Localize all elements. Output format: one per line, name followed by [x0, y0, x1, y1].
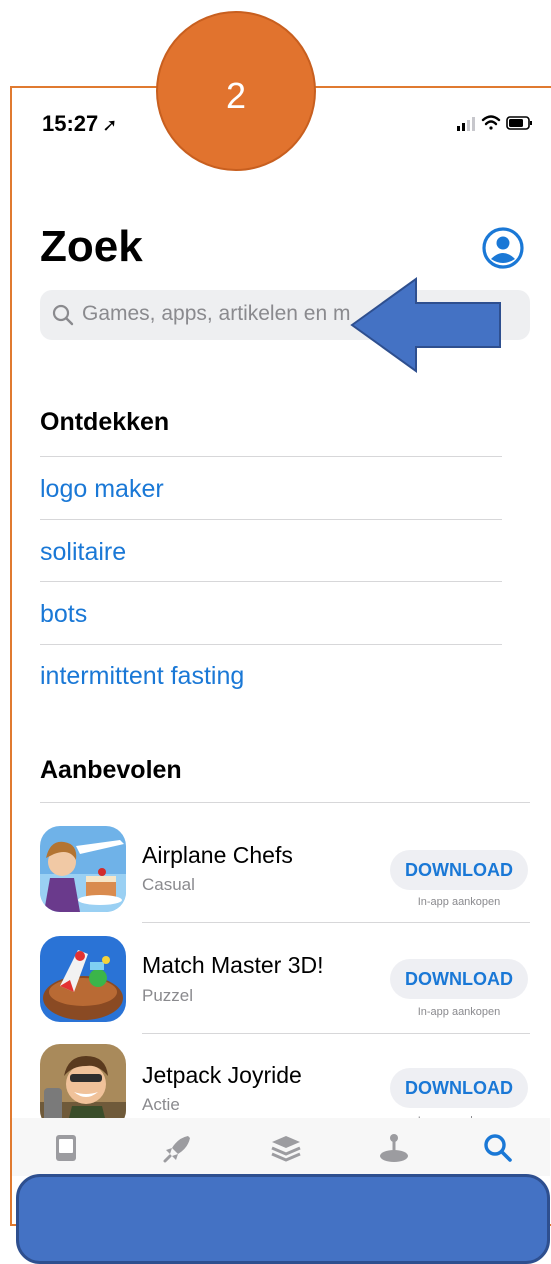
- step-number-badge: 2: [156, 11, 316, 171]
- download-button[interactable]: DOWNLOAD: [390, 1068, 528, 1108]
- divider: [40, 802, 530, 803]
- discover-title: Ontdekken: [40, 408, 170, 436]
- divider: [40, 519, 502, 520]
- app-category: Puzzel: [142, 986, 194, 1005]
- stack-icon[interactable]: [268, 1130, 304, 1166]
- app-name[interactable]: Jetpack Joyride: [142, 1062, 302, 1089]
- app-name[interactable]: Airplane Chefs: [142, 842, 293, 869]
- app-category: Actie: [142, 1095, 180, 1114]
- discover-item-bots[interactable]: bots: [40, 600, 87, 629]
- divider: [40, 644, 502, 645]
- divider: [40, 581, 502, 582]
- joystick-icon[interactable]: [376, 1130, 412, 1166]
- app-name[interactable]: Match Master 3D!: [142, 952, 324, 979]
- recommended-title: Aanbevolen: [40, 756, 182, 784]
- in-app-purchases-note: In-app aankopen: [417, 896, 501, 908]
- in-app-purchases-note: In-app aankopen: [417, 1006, 501, 1018]
- wifi-icon: [481, 115, 501, 130]
- download-button[interactable]: DOWNLOAD: [390, 850, 528, 890]
- app-icon-airplane-chefs[interactable]: [40, 826, 126, 912]
- download-button[interactable]: DOWNLOAD: [390, 959, 528, 999]
- status-time-text: 15:27: [42, 111, 99, 136]
- signal-icon: [457, 117, 475, 131]
- search-placeholder: Games, apps, artikelen en m: [82, 302, 351, 325]
- app-category: Casual: [142, 875, 195, 894]
- divider: [142, 1033, 530, 1034]
- location-arrow-icon: ➚: [102, 115, 118, 135]
- rocket-icon[interactable]: [160, 1130, 196, 1166]
- discover-item-intermittent-fasting[interactable]: intermittent fasting: [40, 662, 244, 691]
- search-icon[interactable]: [480, 1130, 516, 1166]
- page-title: Zoek: [40, 222, 143, 271]
- today-icon[interactable]: [48, 1130, 84, 1166]
- status-icons: [457, 115, 532, 131]
- divider: [40, 456, 502, 457]
- discover-item-logo-maker[interactable]: logo maker: [40, 475, 164, 504]
- battery-icon: [506, 116, 532, 130]
- magnifier-icon: [52, 304, 74, 326]
- app-icon-match-master-3d[interactable]: [40, 936, 126, 1022]
- discover-item-solitaire[interactable]: solitaire: [40, 538, 126, 567]
- status-time: 15:27 ➚: [42, 111, 117, 137]
- person-circle-icon[interactable]: [481, 226, 525, 270]
- annotation-callout: [16, 1174, 550, 1264]
- divider: [142, 922, 530, 923]
- pointer-arrow-icon: [350, 277, 501, 373]
